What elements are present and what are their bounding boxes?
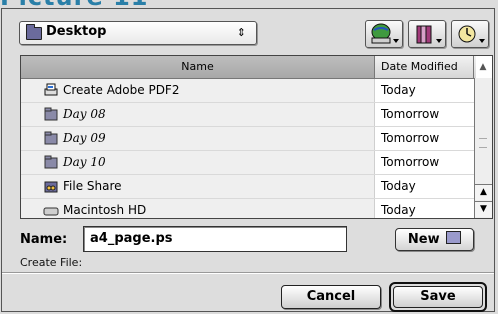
file-name: Day 09 <box>63 131 106 145</box>
file-date: Tomorrow <box>381 107 440 121</box>
file-share-icon <box>44 181 58 193</box>
file-date: Tomorrow <box>381 155 440 169</box>
file-date: Today <box>381 203 416 217</box>
recent-button[interactable] <box>451 20 489 48</box>
file-date: Tomorrow <box>381 131 440 145</box>
scroll-grip-icon <box>479 138 487 148</box>
new-button-label: New <box>407 232 440 247</box>
save-button[interactable]: Save <box>393 286 483 308</box>
sort-direction-icon[interactable]: ▲ <box>473 56 492 78</box>
divider <box>2 272 494 274</box>
folder-icon <box>26 24 42 40</box>
column-header-name[interactable]: Name <box>21 56 375 78</box>
filename-input[interactable]: a4_page.ps <box>83 226 347 252</box>
name-label: Name: <box>20 232 68 247</box>
list-item[interactable]: Day 08 Tomorrow <box>21 103 476 127</box>
list-item[interactable]: Day 10 Tomorrow <box>21 151 476 175</box>
file-name: Macintosh HD <box>63 203 147 217</box>
list-header: Name Date Modified ▲ <box>21 56 486 79</box>
alias-folder-icon <box>44 155 58 169</box>
file-date: Today <box>381 83 416 97</box>
location-popup[interactable]: Desktop ⇕ <box>19 21 257 45</box>
file-name: Day 08 <box>63 107 106 121</box>
location-label: Desktop <box>46 24 107 39</box>
file-name: File Share <box>63 179 122 193</box>
file-name: Day 10 <box>63 155 106 169</box>
list-item[interactable]: Create Adobe PDF2 Today <box>21 79 476 103</box>
alias-folder-icon <box>44 131 58 145</box>
network-button[interactable] <box>365 20 403 48</box>
status-text: Create File: <box>20 256 83 269</box>
network-icon <box>371 23 391 44</box>
cancel-button[interactable]: Cancel <box>281 285 381 309</box>
recent-icon <box>458 25 476 43</box>
alias-folder-icon <box>44 107 58 121</box>
popup-arrows-icon: ⇕ <box>236 26 246 39</box>
page-heading: Picture 11 <box>0 0 498 8</box>
list-item[interactable]: File Share Today <box>21 175 476 199</box>
list-item[interactable]: Macintosh HD Today <box>21 199 476 218</box>
save-dialog: Desktop ⇕ Name Date Modified ▲ Create Ad… <box>1 8 495 312</box>
save-button-default-ring: Save <box>389 282 487 312</box>
file-date: Today <box>381 179 416 193</box>
column-header-date[interactable]: Date Modified <box>381 56 458 78</box>
favorites-button[interactable] <box>408 20 446 48</box>
printer-icon <box>44 83 58 96</box>
file-list[interactable]: Name Date Modified ▲ Create Adobe PDF2 T… <box>20 55 493 219</box>
vertical-scrollbar[interactable]: ▲ ▼ <box>474 78 492 218</box>
hard-disk-icon <box>43 207 59 216</box>
file-name: Create Adobe PDF2 <box>63 83 180 97</box>
folder-icon <box>446 231 462 244</box>
list-item[interactable]: Day 09 Tomorrow <box>21 127 476 151</box>
new-folder-button[interactable]: New <box>395 228 474 251</box>
scroll-up-arrow-icon[interactable]: ▲ <box>475 184 492 200</box>
scroll-down-arrow-icon[interactable]: ▼ <box>475 201 492 217</box>
